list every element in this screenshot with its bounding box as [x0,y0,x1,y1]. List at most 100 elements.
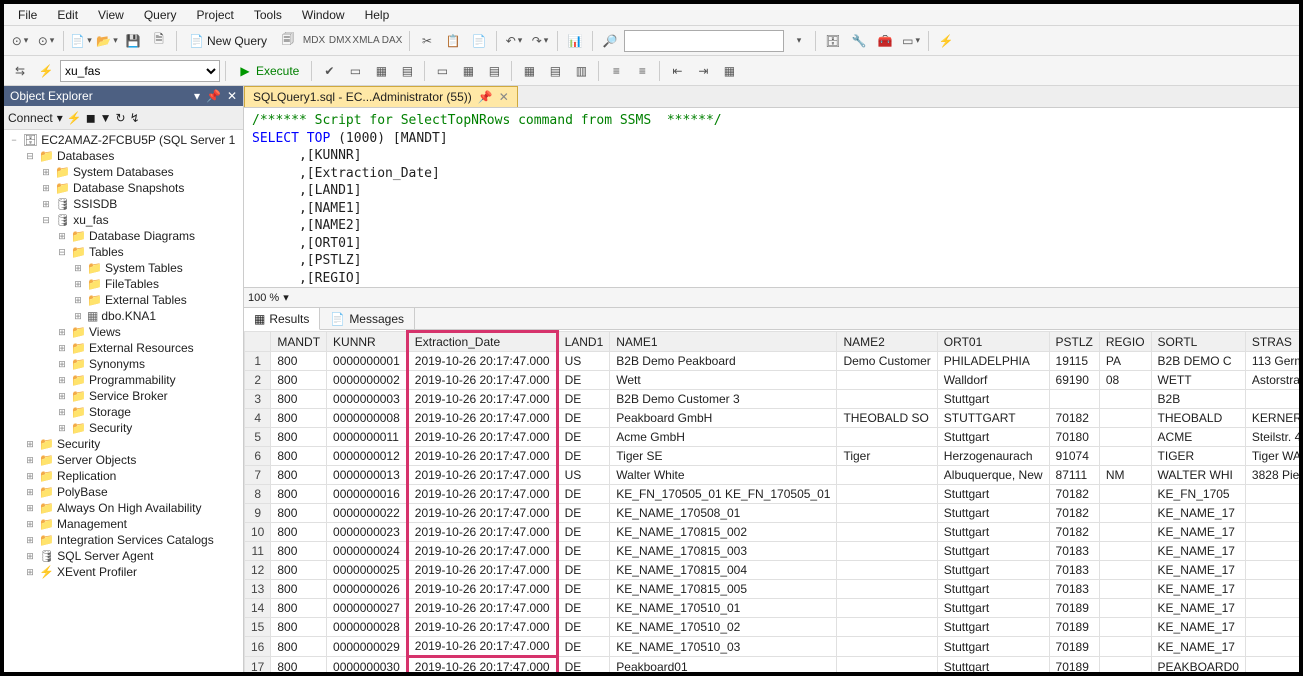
cell[interactable]: KE_NAME_170815_002 [610,523,837,542]
expander-icon[interactable]: ⊞ [56,391,68,402]
tree-item[interactable]: ⊞📁Database Snapshots [4,180,243,196]
cell[interactable]: 5 [245,428,271,447]
cell[interactable]: 800 [271,657,327,673]
col-header[interactable]: PSTLZ [1049,332,1099,352]
cell[interactable]: PHILADELPHIA [937,352,1049,371]
cell[interactable]: KE_NAME_17 [1151,561,1245,580]
expander-icon[interactable]: ⊞ [24,519,36,530]
cell[interactable]: 0000000026 [327,580,408,599]
expander-icon[interactable]: ⊞ [56,407,68,418]
cell[interactable] [837,618,937,637]
cell[interactable]: Herzogenaurach [937,447,1049,466]
cell[interactable]: 2019-10-26 20:17:47.000 [407,504,557,523]
tree-item[interactable]: ⊞📁Database Diagrams [4,228,243,244]
cell[interactable]: WETT [1151,371,1245,390]
cell[interactable] [837,466,937,485]
expander-icon[interactable]: ⊞ [56,231,68,242]
cell[interactable] [837,390,937,409]
cell[interactable]: 2019-10-26 20:17:47.000 [407,561,557,580]
cell[interactable]: KE_NAME_17 [1151,618,1245,637]
cell[interactable] [1245,390,1299,409]
cell[interactable]: 2019-10-26 20:17:47.000 [407,618,557,637]
cell[interactable]: Stuttgart [937,580,1049,599]
cell[interactable]: 0000000024 [327,542,408,561]
cell[interactable]: 70183 [1049,580,1099,599]
cell[interactable]: 7 [245,466,271,485]
cell[interactable]: DE [557,561,610,580]
cell[interactable]: 2019-10-26 20:17:47.000 [407,599,557,618]
menu-window[interactable]: Window [292,6,355,23]
cell[interactable]: DE [557,447,610,466]
cell[interactable]: 08 [1099,371,1151,390]
cell[interactable]: KE_NAME_170510_01 [610,599,837,618]
cell[interactable]: DE [557,657,610,673]
cell[interactable]: DE [557,542,610,561]
cell[interactable]: US [557,352,610,371]
cell[interactable]: PEAKBOARD0 [1151,657,1245,673]
cell[interactable]: KE_NAME_170510_03 [610,637,837,657]
cell[interactable] [1245,504,1299,523]
parse-button[interactable]: ✔ [317,59,341,83]
expander-icon[interactable]: ⊟ [40,215,52,226]
cell[interactable]: 800 [271,428,327,447]
cell[interactable]: 113 Germantown Ave [1245,352,1299,371]
paste-button[interactable]: 📄 [467,29,491,53]
results-grid-wrap[interactable]: MANDTKUNNRExtraction_DateLAND1NAME1NAME2… [244,330,1299,672]
tree-item[interactable]: ⊞📁PolyBase [4,484,243,500]
cell[interactable]: 70180 [1049,428,1099,447]
cell[interactable]: 87111 [1049,466,1099,485]
cell[interactable]: KE_NAME_170510_02 [610,618,837,637]
results-grid-button[interactable]: ▤ [543,59,567,83]
cell[interactable] [1245,599,1299,618]
display-plan-button[interactable]: ▭ [343,59,367,83]
cell[interactable] [1099,637,1151,657]
tab-messages[interactable]: 📄 Messages [320,308,415,329]
expander-icon[interactable]: ⊞ [72,311,84,322]
cell[interactable]: 70189 [1049,618,1099,637]
cell[interactable]: 800 [271,485,327,504]
properties-button[interactable]: 🔧 [847,29,871,53]
cell[interactable] [1245,485,1299,504]
cell[interactable]: 2019-10-26 20:17:47.000 [407,409,557,428]
cell[interactable]: 800 [271,637,327,657]
cell[interactable] [837,637,937,657]
cell[interactable]: Albuquerque, New [937,466,1049,485]
cell[interactable]: 800 [271,447,327,466]
expander-icon[interactable]: ⊞ [24,551,36,562]
tree-item[interactable]: ⊞📁External Tables [4,292,243,308]
cell[interactable]: 1 [245,352,271,371]
cell[interactable]: 2019-10-26 20:17:47.000 [407,542,557,561]
expander-icon[interactable]: ⊞ [24,439,36,450]
cell[interactable]: 4 [245,409,271,428]
cell[interactable]: STUTTGART [937,409,1049,428]
expander-icon[interactable]: ⊞ [24,503,36,514]
cell[interactable]: 2019-10-26 20:17:47.000 [407,352,557,371]
cell[interactable]: 0000000001 [327,352,408,371]
cell[interactable]: 800 [271,561,327,580]
cell[interactable] [1099,485,1151,504]
cell[interactable]: KE_FN_1705 [1151,485,1245,504]
cell[interactable]: 800 [271,466,327,485]
cell[interactable] [837,657,937,673]
cell[interactable]: WALTER WHI [1151,466,1245,485]
cell[interactable]: 8 [245,485,271,504]
server-node[interactable]: − 🗄 EC2AMAZ-2FCBU5P (SQL Server 1 [4,132,243,148]
cell[interactable] [1245,618,1299,637]
tree-item[interactable]: ⊞📁Service Broker [4,388,243,404]
cell[interactable] [1245,523,1299,542]
tree-item[interactable]: ⊞📁Security [4,436,243,452]
cell[interactable]: KE_NAME_170815_003 [610,542,837,561]
cell[interactable]: 0000000025 [327,561,408,580]
expander-icon[interactable]: ⊞ [40,183,52,194]
activity-monitor-button[interactable]: 📊 [563,29,587,53]
btn1[interactable]: ▭ [430,59,454,83]
tree-item[interactable]: ⊟🛢xu_fas [4,212,243,228]
cell[interactable]: 2019-10-26 20:17:47.000 [407,580,557,599]
stop-button[interactable]: ◼ [86,111,96,125]
cell[interactable]: 69190 [1049,371,1099,390]
cell[interactable]: US [557,466,610,485]
cell[interactable] [1245,580,1299,599]
tree-item[interactable]: ⊞📁Synonyms [4,356,243,372]
database-select[interactable]: xu_fas [60,60,220,82]
redo-button[interactable]: ↷ [528,29,552,53]
